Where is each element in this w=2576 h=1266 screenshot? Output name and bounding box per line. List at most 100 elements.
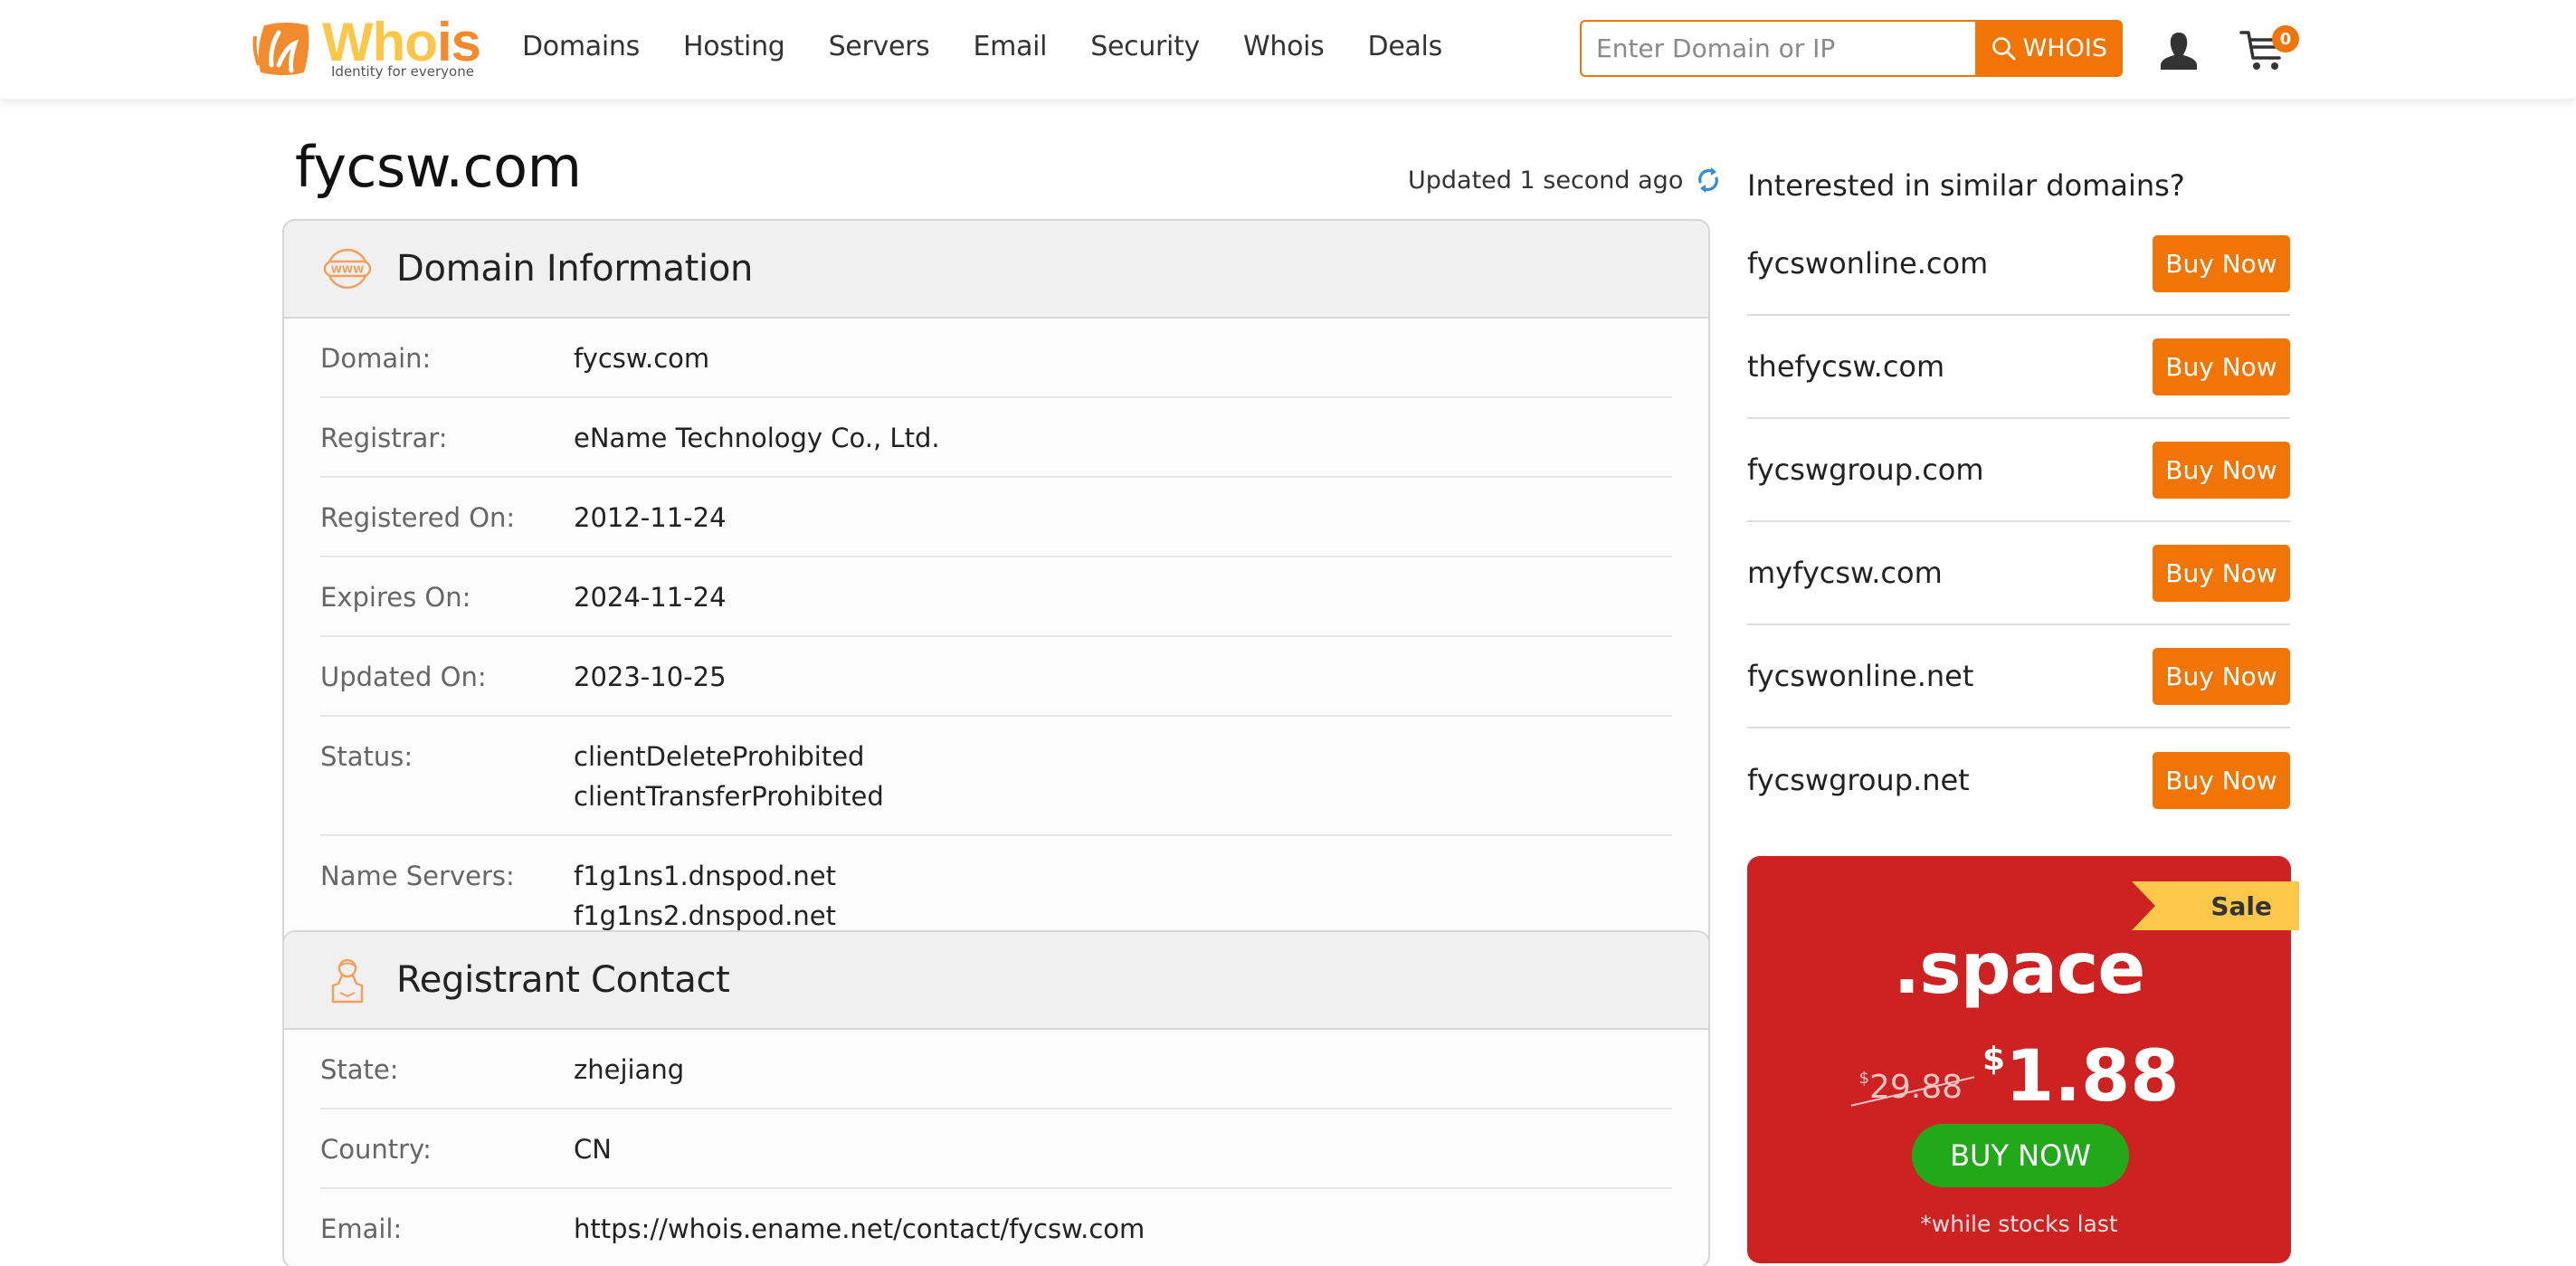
similar-domain-name: myfycsw.com: [1747, 556, 1943, 590]
row-registrar: Registrar: eName Technology Co., Ltd.: [320, 398, 1672, 478]
nav-email[interactable]: Email: [973, 31, 1047, 62]
whois-search-form: WHOIS: [1580, 20, 2123, 77]
domain-information-rows: Domain: fycsw.com Registrar: eName Techn…: [284, 319, 1708, 954]
nav-deals[interactable]: Deals: [1368, 31, 1443, 62]
row-value: 2012-11-24: [574, 498, 727, 538]
similar-domain-item: fycswonline.com Buy Now: [1747, 213, 2290, 316]
row-label: Email:: [320, 1214, 403, 1244]
similar-domain-item: thefycsw.com Buy Now: [1747, 316, 2290, 419]
row-label: Domain:: [320, 343, 432, 374]
whois-search-button[interactable]: WHOIS: [1974, 20, 2123, 77]
buy-now-button[interactable]: Buy Now: [2153, 647, 2290, 705]
row-value: CN: [574, 1129, 612, 1169]
registrant-contact-header: Registrant Contact: [284, 932, 1708, 1030]
updated-text: Updated 1 second ago: [1408, 166, 1684, 195]
person-icon: [331, 958, 364, 1004]
user-icon[interactable]: [2158, 30, 2200, 71]
promo-buy-now-button[interactable]: BUY NOW: [1912, 1124, 2129, 1187]
page-title: fycsw.com: [295, 134, 582, 200]
buy-now-button[interactable]: Buy Now: [2153, 441, 2290, 499]
row-value: clientDeleteProhibited clientTransferPro…: [574, 737, 884, 816]
row-label: Expires On:: [320, 582, 471, 613]
nav-domains[interactable]: Domains: [522, 31, 640, 62]
similar-domain-item: myfycsw.com Buy Now: [1747, 522, 2290, 625]
buy-now-button[interactable]: Buy Now: [2153, 751, 2290, 809]
row-email: Email: https://whois.ename.net/contact/f…: [320, 1189, 1672, 1266]
registered-on-value: 2012-11-24: [574, 502, 727, 533]
row-value: eName Technology Co., Ltd.: [574, 418, 940, 458]
whois-logo[interactable]: Whois Identity for everyone: [252, 12, 481, 81]
registrant-contact-panel: Registrant Contact State: zhejiang Count…: [282, 930, 1710, 1266]
nav-whois[interactable]: Whois: [1243, 31, 1325, 62]
domain-value: fycsw.com: [574, 343, 710, 374]
row-country: Country: CN: [320, 1109, 1672, 1189]
registrant-contact-title: Registrant Contact: [396, 959, 730, 1001]
nav-servers[interactable]: Servers: [829, 31, 930, 62]
email-value: https://whois.ename.net/contact/fycsw.co…: [574, 1214, 1145, 1244]
similar-domain-item: fycswonline.net Buy Now: [1747, 625, 2290, 728]
nav-hosting[interactable]: Hosting: [683, 31, 785, 62]
nav-security[interactable]: Security: [1090, 31, 1200, 62]
logo-tagline: Identity for everyone: [331, 63, 474, 80]
similar-domains-title: Interested in similar domains?: [1747, 168, 2185, 203]
domain-information-panel: WWW Domain Information Domain: fycsw.com…: [282, 219, 1710, 956]
updated-status: Updated 1 second ago: [1408, 166, 1723, 195]
row-expires-on: Expires On: 2024-11-24: [320, 557, 1672, 637]
state-value: zhejiang: [574, 1054, 685, 1085]
row-value: https://whois.ename.net/contact/fycsw.co…: [574, 1209, 1145, 1249]
buy-now-button[interactable]: Buy Now: [2153, 544, 2290, 602]
domain-information-title: Domain Information: [396, 248, 754, 290]
row-label: Name Servers:: [320, 861, 515, 891]
domain-information-header: WWW Domain Information: [284, 221, 1708, 319]
similar-domain-name: fycswgroup.net: [1747, 763, 1970, 797]
row-updated-on: Updated On: 2023-10-25: [320, 637, 1672, 717]
similar-domain-name: fycswonline.com: [1747, 246, 1989, 281]
row-label: Registrar:: [320, 423, 448, 453]
status-value: clientTransferProhibited: [574, 781, 884, 812]
row-value: 2023-10-25: [574, 657, 727, 697]
row-label: Registered On:: [320, 502, 516, 533]
buy-now-button[interactable]: Buy Now: [2153, 338, 2290, 395]
row-registered-on: Registered On: 2012-11-24: [320, 478, 1672, 557]
row-label: State:: [320, 1054, 399, 1085]
similar-domain-item: fycswgroup.net Buy Now: [1747, 728, 2290, 832]
row-state: State: zhejiang: [320, 1030, 1672, 1109]
cart-count-badge: 0: [2272, 25, 2299, 52]
sale-ribbon: Sale: [2132, 881, 2299, 930]
updated-on-value: 2023-10-25: [574, 662, 727, 692]
domain-search-input[interactable]: [1580, 20, 1975, 77]
similar-domains-list: fycswonline.com Buy Now thefycsw.com Buy…: [1747, 213, 2290, 832]
name-server-value: f1g1ns1.dnspod.net: [574, 861, 836, 891]
new-price-currency: $: [1982, 1041, 2006, 1078]
similar-domain-name: thefycsw.com: [1747, 349, 1945, 384]
similar-domain-item: fycswgroup.com Buy Now: [1747, 419, 2290, 522]
row-label: Country:: [320, 1134, 432, 1165]
svg-text:WWW: WWW: [331, 264, 364, 276]
promo-price-row: $29.88 $1.88: [1747, 1023, 2291, 1113]
row-value: 2024-11-24: [574, 577, 727, 617]
refresh-icon[interactable]: [1694, 166, 1723, 195]
row-domain: Domain: fycsw.com: [320, 319, 1672, 398]
main-nav: Domains Hosting Servers Email Security W…: [522, 31, 1442, 62]
registrar-value: eName Technology Co., Ltd.: [574, 423, 940, 453]
promo-note: *while stocks last: [1920, 1211, 2118, 1237]
row-status: Status: clientDeleteProhibited clientTra…: [320, 717, 1672, 836]
row-value: zhejiang: [574, 1050, 684, 1090]
logo-mark-icon: [252, 23, 309, 75]
expires-on-value: 2024-11-24: [574, 582, 727, 613]
top-navigation-bar: Whois Identity for everyone Domains Host…: [0, 0, 2576, 100]
old-price: $29.88: [1851, 1069, 1975, 1113]
old-price-currency: $: [1858, 1069, 1869, 1088]
status-value: clientDeleteProhibited: [574, 741, 865, 772]
row-label: Updated On:: [320, 662, 487, 692]
whois-button-label: WHOIS: [2022, 34, 2107, 62]
old-price-value: 29.88: [1868, 1069, 1963, 1106]
sale-promo-card: Sale .space $29.88 $1.88 BUY NOW *while …: [1747, 856, 2299, 1263]
buy-now-button[interactable]: Buy Now: [2153, 234, 2290, 292]
registrant-contact-rows: State: zhejiang Country: CN Email: https…: [284, 1030, 1708, 1266]
row-label: Status:: [320, 741, 413, 772]
new-price-value: 1.88: [2005, 1036, 2180, 1118]
row-value: fycsw.com: [574, 338, 709, 378]
promo-tld: .space: [1893, 928, 2146, 1010]
new-price: $1.88: [1982, 1023, 2180, 1113]
